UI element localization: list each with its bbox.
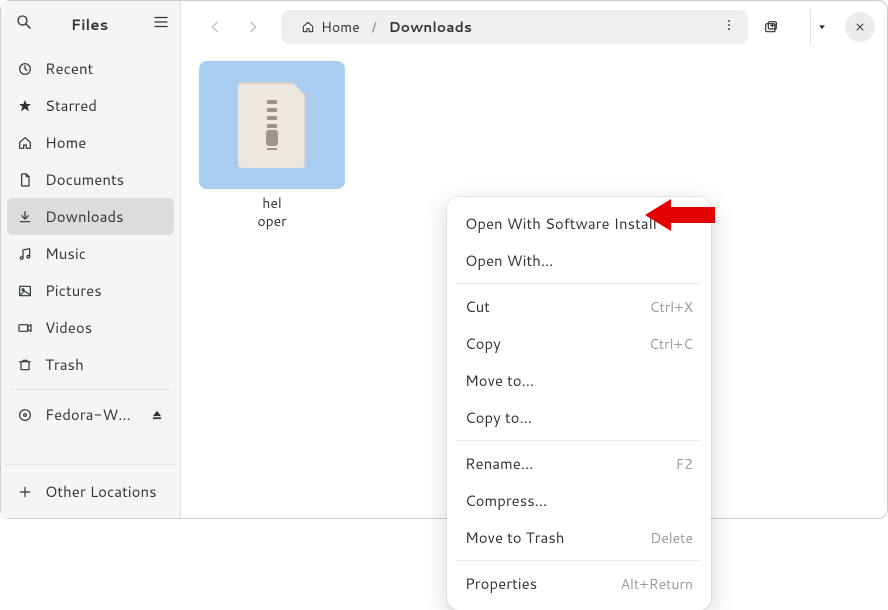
document-icon xyxy=(17,172,33,188)
sidebar-item-music[interactable]: Music xyxy=(7,235,174,272)
download-icon xyxy=(17,209,33,225)
menu-copy-to[interactable]: Copy to… xyxy=(447,399,711,436)
disc-icon xyxy=(17,407,33,423)
back-button[interactable] xyxy=(201,13,229,41)
sidebar-item-documents[interactable]: Documents xyxy=(7,161,174,198)
close-button[interactable] xyxy=(845,12,875,42)
path-segment-current[interactable]: Downloads xyxy=(383,13,478,41)
forward-button[interactable] xyxy=(239,13,267,41)
sidebar-separator xyxy=(11,389,170,390)
menu-copy[interactable]: CopyCtrl+C xyxy=(447,325,711,362)
sidebar: Files Recent Starred Home Documents xyxy=(1,1,181,518)
trash-icon xyxy=(17,357,33,373)
sidebar-item-pictures[interactable]: Pictures xyxy=(7,272,174,309)
menu-separator xyxy=(457,440,701,441)
sidebar-header: Files xyxy=(1,5,180,46)
view-mode-button[interactable] xyxy=(794,9,833,45)
sidebar-item-volume[interactable]: Fedora-W… xyxy=(7,396,174,433)
sidebar-item-home[interactable]: Home xyxy=(7,124,174,161)
video-icon xyxy=(17,320,33,336)
eject-icon[interactable] xyxy=(150,408,164,422)
path-separator: / xyxy=(372,17,377,37)
context-menu: Open With Software Install Open With… Cu… xyxy=(447,197,711,610)
menu-cut[interactable]: CutCtrl+X xyxy=(447,288,711,325)
file-name: hel oper xyxy=(199,195,345,230)
star-icon xyxy=(17,98,33,114)
menu-separator xyxy=(457,283,701,284)
sidebar-item-starred[interactable]: Starred xyxy=(7,87,174,124)
hamburger-icon[interactable] xyxy=(152,13,170,36)
clock-icon xyxy=(17,61,33,77)
app-title: Files xyxy=(37,14,142,35)
menu-open-with[interactable]: Open With… xyxy=(447,242,711,279)
sidebar-item-other-locations[interactable]: Other Locations xyxy=(7,473,174,510)
menu-move-to-trash[interactable]: Move to TrashDelete xyxy=(447,519,711,556)
menu-compress[interactable]: Compress… xyxy=(447,482,711,519)
new-tab-button[interactable] xyxy=(754,10,788,44)
picture-icon xyxy=(17,283,33,299)
search-icon[interactable] xyxy=(15,13,33,36)
sidebar-separator xyxy=(5,464,176,465)
plus-icon xyxy=(17,484,33,500)
menu-properties[interactable]: PropertiesAlt+Return xyxy=(447,565,711,602)
list-view-icon[interactable] xyxy=(794,19,810,35)
file-view[interactable]: hel oper Open With Software Install Open… xyxy=(181,53,887,518)
file-item[interactable]: hel oper xyxy=(199,61,345,230)
toolbar: Home / Downloads xyxy=(181,1,887,53)
main-area: Home / Downloads xyxy=(181,1,887,518)
sidebar-item-downloads[interactable]: Downloads xyxy=(7,198,174,235)
sidebar-item-recent[interactable]: Recent xyxy=(7,50,174,87)
home-icon xyxy=(17,135,33,151)
sidebar-item-trash[interactable]: Trash xyxy=(7,346,174,383)
menu-move-to[interactable]: Move to… xyxy=(447,362,711,399)
menu-separator xyxy=(457,560,701,561)
file-thumbnail xyxy=(199,61,345,189)
annotation-arrow xyxy=(645,197,715,233)
home-icon xyxy=(301,20,315,34)
path-bar[interactable]: Home / Downloads xyxy=(281,10,748,44)
path-segment-home[interactable]: Home xyxy=(295,13,366,41)
menu-rename[interactable]: Rename…F2 xyxy=(447,445,711,482)
archive-icon xyxy=(238,82,306,168)
view-options-dropdown[interactable] xyxy=(810,9,833,45)
sidebar-item-videos[interactable]: Videos xyxy=(7,309,174,346)
music-icon xyxy=(17,246,33,262)
path-more-icon[interactable] xyxy=(716,13,742,41)
